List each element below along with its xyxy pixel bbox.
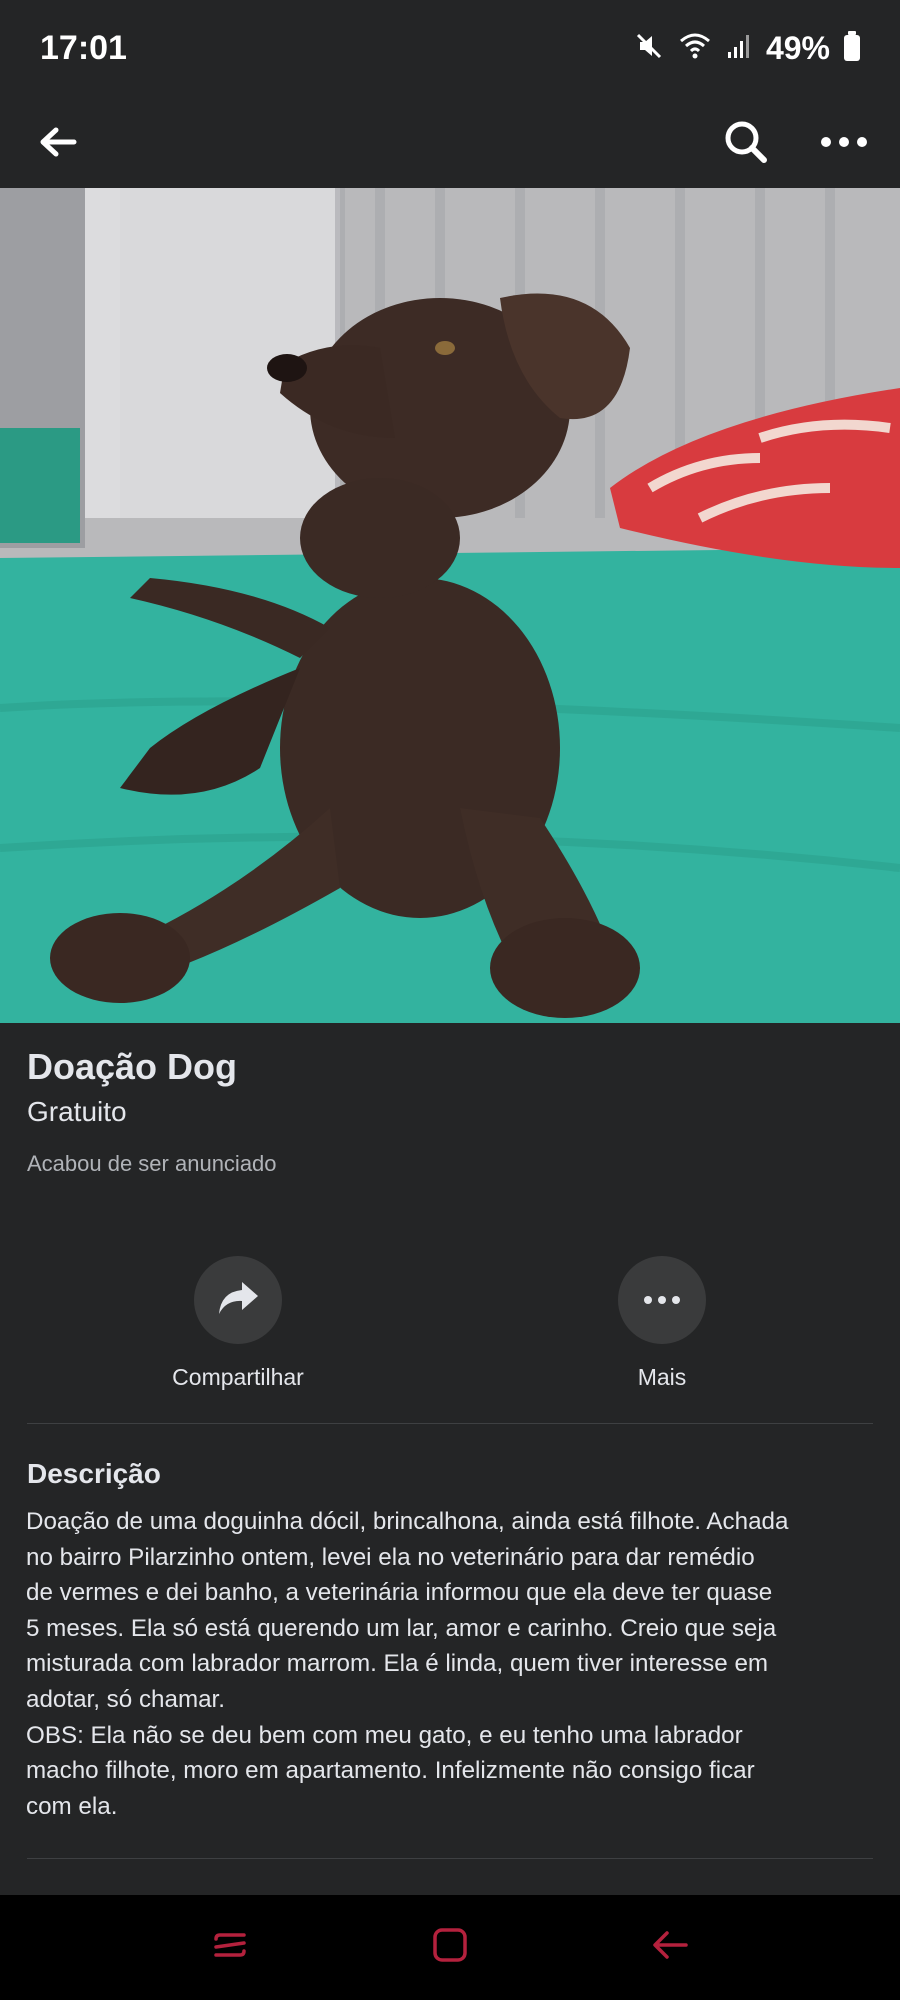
battery-icon [844,31,860,61]
listing-title: Doação Dog [27,1046,238,1087]
more-button[interactable]: Mais [562,1256,762,1391]
battery-percent: 49% [765,29,830,66]
status-icons: 49% [634,30,860,67]
description-heading: Descrição [27,1458,161,1489]
search-icon[interactable] [718,114,774,170]
back-icon[interactable] [650,1925,690,1970]
dog-photo-illustration [0,188,900,1023]
mute-icon [634,31,664,66]
status-time: 17:01 [40,28,127,67]
more-button-circle[interactable] [618,1256,706,1344]
top-bar [0,96,900,188]
signal-icon [726,32,752,65]
listing-posted-time: Acabou de ser anunciado [27,1151,277,1176]
share-label: Compartilhar [172,1364,304,1390]
divider [27,1423,873,1424]
action-row: Compartilhar Mais [0,1256,900,1390]
listing-price: Gratuito [27,1096,127,1127]
listing-photo[interactable] [0,188,900,1023]
share-button-circle[interactable] [194,1256,282,1344]
description-text: Doação de uma doguinha dócil, brincalhon… [26,1508,789,1820]
status-bar: 17:01 49% [0,0,900,96]
wifi-icon [678,31,712,66]
more-label: Mais [637,1364,687,1390]
system-nav-bar [0,1895,900,2000]
share-button[interactable]: Compartilhar [138,1256,338,1391]
back-arrow-icon[interactable] [30,114,86,170]
share-arrow-icon [216,1278,260,1323]
home-icon[interactable] [430,1925,470,1970]
more-dots-icon[interactable] [816,114,872,170]
recents-icon[interactable] [210,1925,250,1970]
more-dots-icon [644,1291,680,1309]
divider [27,1858,873,1859]
